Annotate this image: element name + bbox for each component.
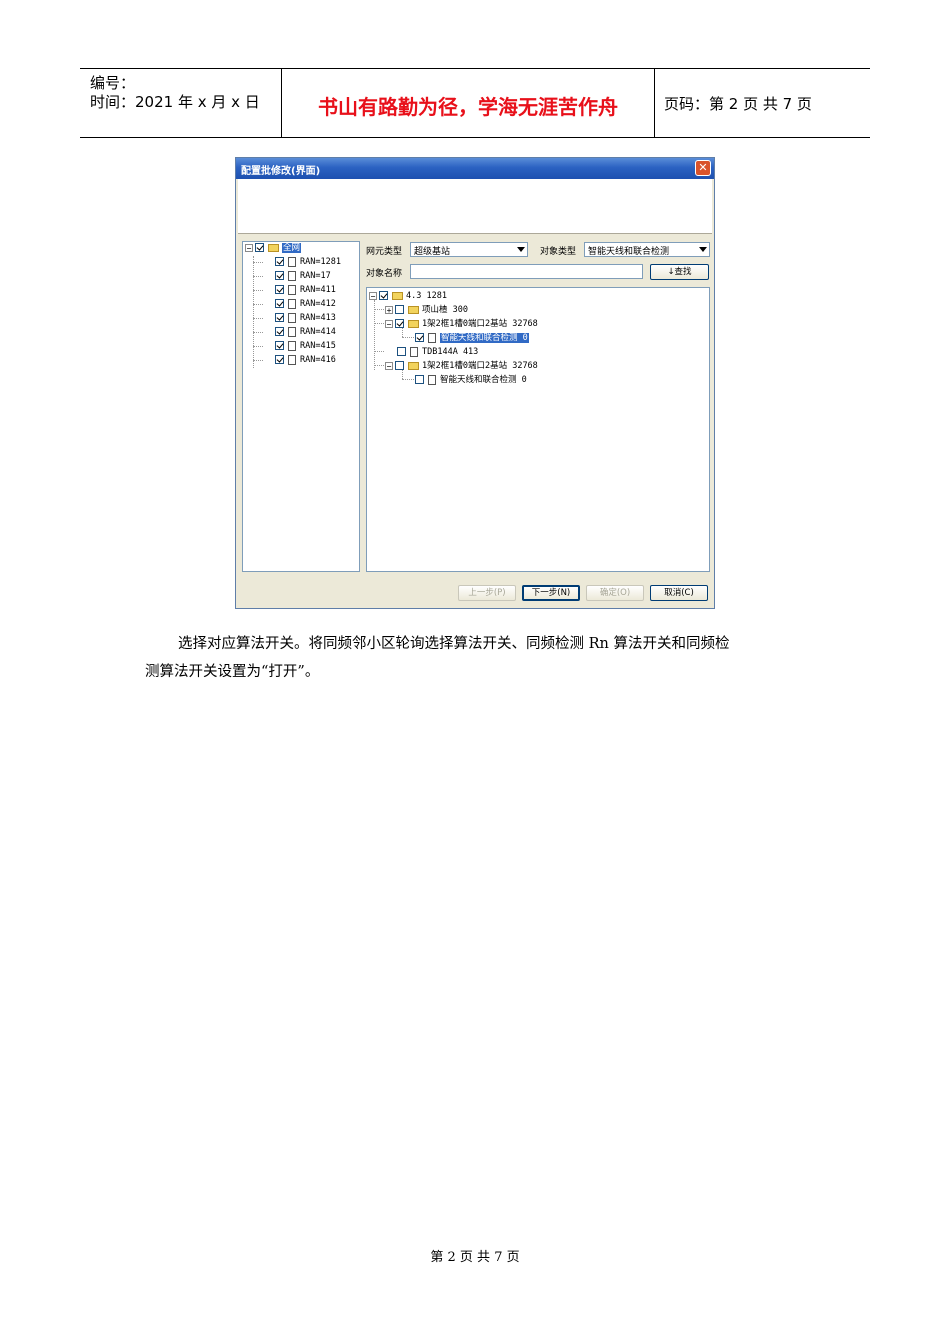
checkbox[interactable] [415,375,424,384]
tree-root-node[interactable]: − 全网 [245,242,302,255]
checkbox[interactable] [275,341,284,350]
checkbox[interactable] [397,347,406,356]
tree-item-ran[interactable]: RAN=414 [275,326,336,339]
tree-item-ran[interactable]: RAN=1281 [275,256,341,269]
page-info: 页码：第 2 页 共 7 页 [664,95,812,113]
body-paragraph: 选择对应算法开关。将同频邻小区轮询选择算法开关、同频检测 Rn 算法开关和同频检… [145,630,815,686]
checkbox[interactable] [395,305,404,314]
checkbox[interactable] [275,299,284,308]
document-icon [288,256,296,267]
tree-item-ran[interactable]: RAN=416 [275,354,336,367]
document-icon [288,298,296,309]
tree-node-board[interactable]: −1架2框1槽0端口2基站 32768 [385,360,538,373]
body-line-1: 选择对应算法开关。将同频邻小区轮询选择算法开关、同频检测 Rn 算法开关和同频检 [178,636,730,652]
document-icon [288,284,296,295]
ne-type-label: 网元类型 [366,247,403,257]
document-icon [428,332,436,343]
tree-node-station[interactable]: TDB144A 413 [397,346,478,359]
folder-icon [408,305,419,314]
obj-name-input[interactable] [410,264,643,279]
ne-type-select[interactable]: 超级基站 [410,242,528,257]
dialog-banner [238,179,712,234]
prev-button[interactable]: 上一步(P) [458,585,516,601]
document-icon [288,340,296,351]
page-footer: 第 2 页 共 7 页 [430,1250,520,1265]
obj-name-label: 对象名称 [366,269,403,279]
collapse-icon[interactable]: − [385,361,393,370]
folder-open-icon [392,291,403,300]
checkbox[interactable] [255,243,264,252]
dialog-titlebar: 配置批修改(界面) ✕ [236,158,714,179]
serial-number-label: 编号： [90,74,136,92]
dialog-title: 配置批修改(界面) [241,166,321,177]
tree-item-ran[interactable]: RAN=412 [275,298,336,311]
document-icon [288,354,296,365]
date-label: 时间：2021 年 x 月 x 日 [90,93,260,111]
checkbox[interactable] [275,271,284,280]
header-motto-cell: 书山有路勤为径，学海无涯苦作舟 [281,69,655,137]
search-button[interactable]: ↓查找 [650,264,709,280]
tree-node-antenna[interactable]: 智能天线和联合检测 0 [415,332,529,345]
document-icon [288,312,296,323]
checkbox[interactable] [275,355,284,364]
network-tree-panel: − 全网 RAN=1281 RAN=17 RAN=411 RAN=412 RAN=… [242,241,360,572]
cancel-button[interactable]: 取消(C) [650,585,708,601]
tree-node-antenna[interactable]: 智能天线和联合检测 0 [415,374,527,387]
checkbox[interactable] [275,257,284,266]
checkbox[interactable] [395,319,404,328]
checkbox[interactable] [275,327,284,336]
collapse-icon[interactable]: − [245,243,253,252]
document-icon [288,326,296,337]
document-icon [428,374,436,385]
obj-type-select[interactable]: 智能天线和联合检测 [584,242,710,257]
tree-node-station[interactable]: + 项山楂 300 [385,304,468,317]
checkbox[interactable] [379,291,388,300]
config-batch-modify-dialog: 配置批修改(界面) ✕ − 全网 RAN=1281 RAN=17 RAN=411 … [235,157,715,609]
checkbox[interactable] [275,313,284,322]
checkbox[interactable] [395,361,404,370]
obj-type-label: 对象类型 [540,247,577,257]
object-tree-panel: −4.3 1281 + 项山楂 300 −1架2框1槽0端口2基站 32768 智… [366,287,710,572]
page-header: 编号： 时间：2021 年 x 月 x 日 书山有路勤为径，学海无涯苦作舟 页码… [80,68,870,138]
expand-icon[interactable]: + [385,305,393,314]
tree-node-board[interactable]: −1架2框1槽0端口2基站 32768 [385,318,538,331]
close-icon[interactable]: ✕ [695,160,711,176]
folder-icon [268,243,279,252]
document-icon [410,346,418,357]
checkbox[interactable] [275,285,284,294]
folder-open-icon [408,361,419,370]
body-line-2: 测算法开关设置为“打开”。 [145,664,320,680]
folder-open-icon [408,319,419,328]
tree-item-ran[interactable]: RAN=413 [275,312,336,325]
tree-item-ran[interactable]: RAN=415 [275,340,336,353]
checkbox[interactable] [415,333,424,342]
collapse-icon[interactable]: − [369,291,377,300]
tree-item-ran[interactable]: RAN=411 [275,284,336,297]
chevron-down-icon [517,247,525,252]
motto-text: 书山有路勤为径，学海无涯苦作舟 [318,95,618,119]
ok-button[interactable]: 确定(O) [586,585,644,601]
next-button[interactable]: 下一步(N) [522,585,580,601]
collapse-icon[interactable]: − [385,319,393,328]
header-page-cell: 页码：第 2 页 共 7 页 [654,69,870,137]
header-left-cell: 编号： 时间：2021 年 x 月 x 日 [80,69,281,137]
tree-item-ran[interactable]: RAN=17 [275,270,331,283]
document-icon [288,270,296,281]
tree-node-ran-1281[interactable]: −4.3 1281 [369,290,447,303]
chevron-down-icon [699,247,707,252]
